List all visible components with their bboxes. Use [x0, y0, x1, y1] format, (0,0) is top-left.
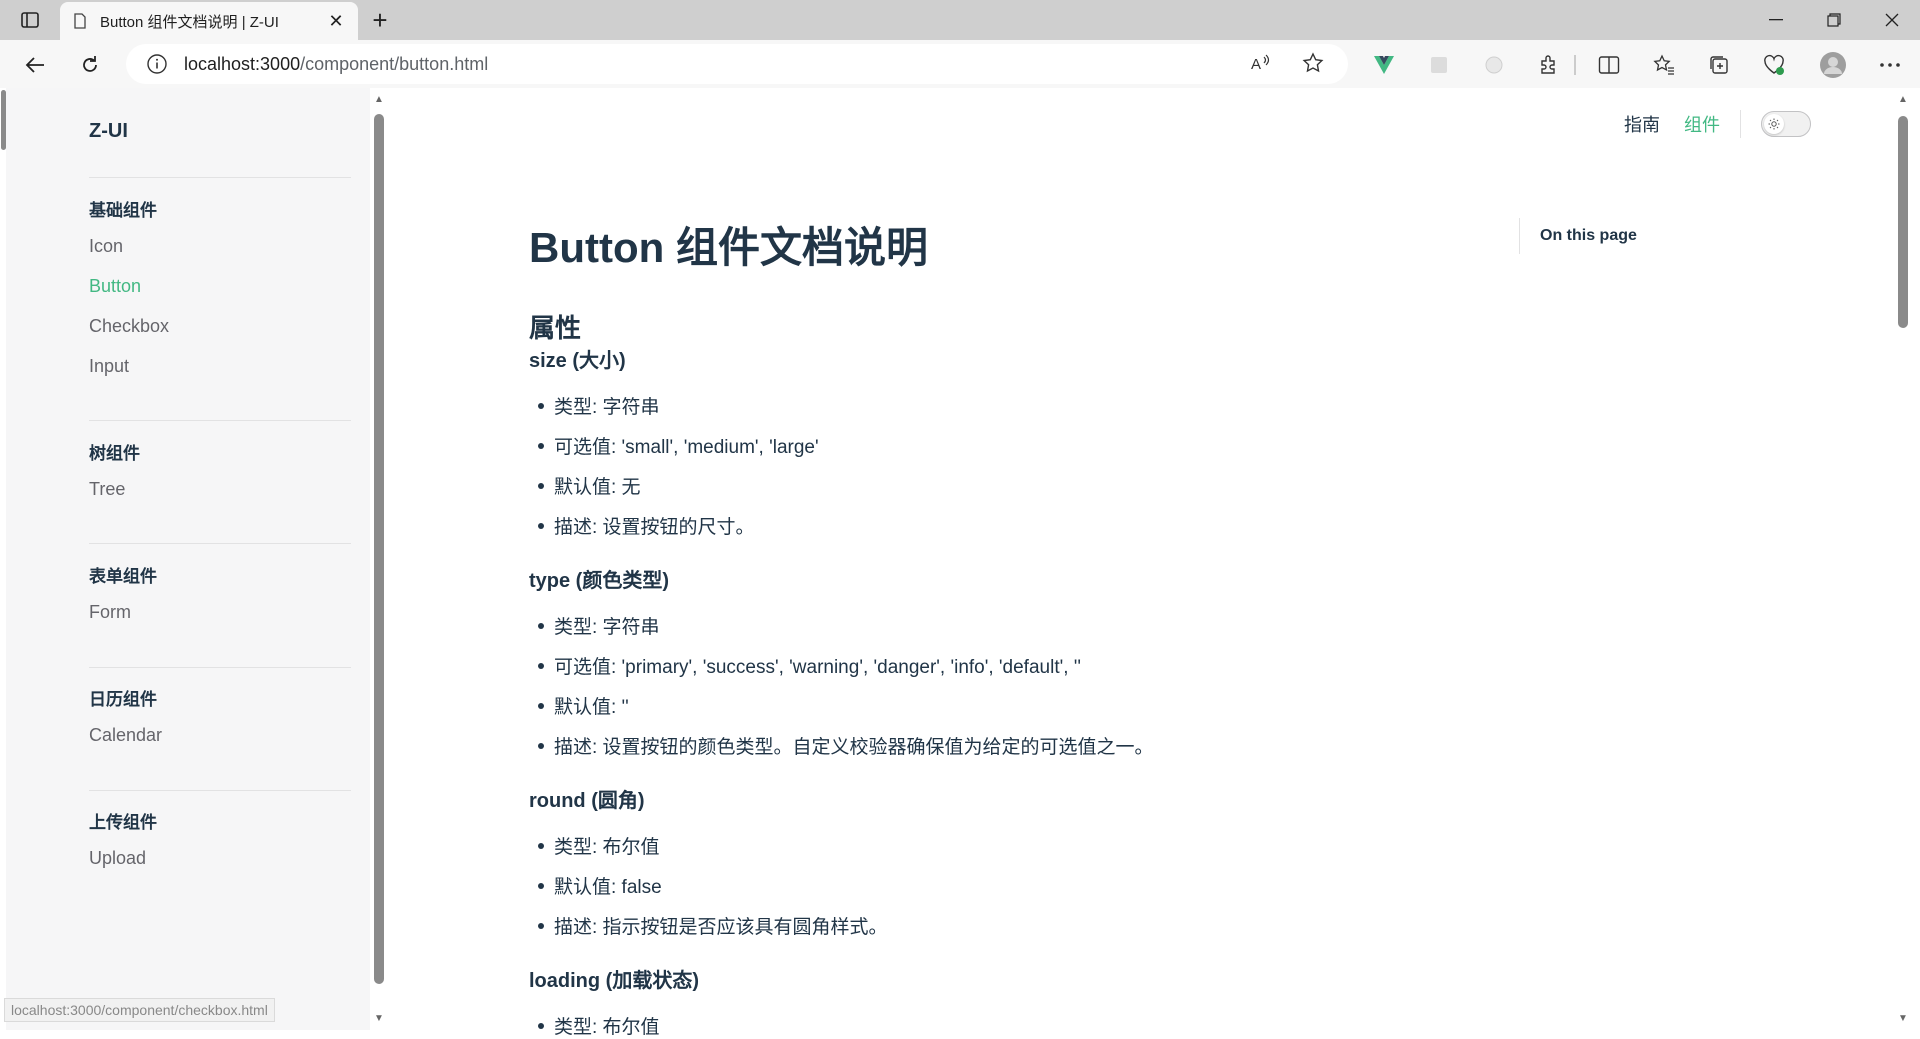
- scroll-down-arrow-icon[interactable]: ▼: [1898, 1013, 1908, 1024]
- list-item: 类型: 字符串: [529, 392, 660, 419]
- restore-icon[interactable]: [1806, 0, 1862, 40]
- divider: [89, 790, 351, 791]
- back-icon[interactable]: [20, 50, 50, 80]
- refresh-icon[interactable]: [75, 50, 105, 80]
- sun-icon: [1764, 114, 1784, 134]
- favorites-icon[interactable]: [1652, 53, 1676, 77]
- new-tab-button[interactable]: +: [366, 5, 394, 35]
- close-tab-icon[interactable]: ✕: [326, 11, 346, 31]
- page-outline: On this page: [1519, 218, 1637, 254]
- sidebar-item-checkbox[interactable]: Checkbox: [89, 306, 351, 346]
- nav-group-title: 日历组件: [89, 690, 157, 709]
- collections-icon[interactable]: [1707, 53, 1731, 77]
- divider: [89, 177, 351, 178]
- url-host: localhost:3000: [184, 53, 301, 74]
- nav-group-calendar: 日历组件 Calendar: [89, 685, 351, 755]
- theme-toggle[interactable]: [1761, 111, 1811, 137]
- sidebar-scrollbar[interactable]: ▲ ▼: [370, 88, 388, 1030]
- nav-group-upload: 上传组件 Upload: [89, 808, 351, 878]
- performance-heart-icon[interactable]: [1762, 53, 1786, 77]
- list-item: 默认值: false: [529, 872, 662, 899]
- sidebar-item-upload[interactable]: Upload: [89, 838, 351, 878]
- list-item: 可选值: 'small', 'medium', 'large': [529, 432, 819, 459]
- profile-avatar[interactable]: [1818, 50, 1848, 80]
- scrollbar-thumb[interactable]: [374, 114, 384, 984]
- browser-toolbar: localhost:3000/component/button.html A: [0, 40, 1920, 88]
- favorite-star-icon[interactable]: [1302, 52, 1326, 76]
- list-item: 描述: 设置按钮的颜色类型。自定义校验器确保值为给定的可选值之一。: [529, 732, 1154, 759]
- read-aloud-icon[interactable]: A: [1250, 52, 1274, 76]
- address-bar[interactable]: localhost:3000/component/button.html A: [126, 44, 1348, 84]
- list-item: 可选值: 'primary', 'success', 'warning', 'd…: [529, 652, 1081, 679]
- nav-link-components[interactable]: 组件: [1684, 111, 1720, 137]
- more-menu-icon[interactable]: [1878, 53, 1902, 77]
- prop-heading-round: round (圆角): [529, 790, 645, 812]
- split-screen-icon[interactable]: [1597, 53, 1621, 77]
- list-item: 描述: 指示按钮是否应该具有圆角样式。: [529, 912, 888, 939]
- site-info-icon[interactable]: [146, 53, 168, 75]
- nav-group-title: 表单组件: [89, 567, 157, 586]
- sidebar-item-input[interactable]: Input: [89, 346, 351, 386]
- extension-icon[interactable]: [1427, 53, 1451, 77]
- sidebar-item-icon[interactable]: Icon: [89, 226, 351, 266]
- list-item: 默认值: 无: [529, 472, 641, 499]
- browser-tab[interactable]: Button 组件文档说明 | Z-UI ✕: [60, 2, 358, 40]
- sidebar-item-button[interactable]: Button: [89, 266, 351, 306]
- nav-link-guide[interactable]: 指南: [1624, 111, 1660, 137]
- nav-group-title: 上传组件: [89, 813, 157, 832]
- url-text[interactable]: localhost:3000/component/button.html: [184, 54, 1250, 75]
- prop-heading-size: size (大小): [529, 350, 626, 372]
- list-item: 类型: 布尔值: [529, 1012, 660, 1039]
- prop-heading-type: type (颜色类型): [529, 570, 669, 592]
- section-heading: 属性: [529, 313, 582, 343]
- vue-devtools-icon[interactable]: [1372, 53, 1396, 77]
- divider: [89, 420, 351, 421]
- url-path: /component/button.html: [300, 53, 489, 74]
- svg-text:A: A: [1251, 56, 1261, 73]
- top-nav: 指南 组件: [1600, 104, 1811, 144]
- extensions-puzzle-icon[interactable]: [1537, 53, 1561, 77]
- prop-heading-loading: loading (加载状态): [529, 970, 699, 992]
- minimize-icon[interactable]: [1748, 0, 1804, 40]
- scroll-up-arrow-icon[interactable]: ▲: [374, 94, 384, 105]
- browser-tab-bar: Button 组件文档说明 | Z-UI ✕ +: [0, 0, 1920, 40]
- scrollbar-thumb[interactable]: [1898, 116, 1908, 328]
- tab-title: Button 组件文档说明 | Z-UI: [100, 13, 279, 31]
- page-title: Button 组件文档说明: [529, 224, 928, 271]
- list-item: 默认值: '': [529, 692, 629, 719]
- sidebar-item-tree[interactable]: Tree: [89, 469, 351, 509]
- nav-group-title: 树组件: [89, 444, 140, 463]
- scroll-down-arrow-icon[interactable]: ▼: [374, 1013, 384, 1024]
- list-item: 描述: 设置按钮的尺寸。: [529, 512, 755, 539]
- outline-title: On this page: [1540, 227, 1637, 244]
- sidebar-item-calendar[interactable]: Calendar: [89, 715, 351, 755]
- sidebar-item-form[interactable]: Form: [89, 592, 351, 632]
- page-scrollbar[interactable]: ▲ ▼: [1894, 88, 1912, 1030]
- scroll-up-arrow-icon[interactable]: ▲: [1898, 94, 1908, 105]
- list-item: 类型: 布尔值: [529, 832, 660, 859]
- page-viewport: Z-UI 基础组件 Icon Button Checkbox Input 树组件…: [0, 88, 1920, 1038]
- list-item: 类型: 字符串: [529, 612, 660, 639]
- divider: [1740, 110, 1741, 138]
- doc-sidebar: Z-UI 基础组件 Icon Button Checkbox Input 树组件…: [0, 88, 372, 1030]
- brand-logo[interactable]: Z-UI: [89, 120, 128, 143]
- nav-group-title: 基础组件: [89, 201, 157, 220]
- page-icon: [72, 13, 88, 29]
- close-window-icon[interactable]: [1864, 0, 1920, 40]
- divider: [89, 543, 351, 544]
- nav-group-form: 表单组件 Form: [89, 562, 351, 632]
- extension-face-icon[interactable]: [1482, 53, 1506, 77]
- nav-group-tree: 树组件 Tree: [89, 439, 351, 509]
- nav-group-basic: 基础组件 Icon Button Checkbox Input: [89, 196, 351, 386]
- toolbar-divider: [1574, 55, 1576, 75]
- divider: [89, 667, 351, 668]
- tab-actions-icon[interactable]: [14, 8, 46, 32]
- link-status-bar: localhost:3000/component/checkbox.html: [4, 998, 275, 1022]
- sidebar-edge: [0, 88, 6, 1030]
